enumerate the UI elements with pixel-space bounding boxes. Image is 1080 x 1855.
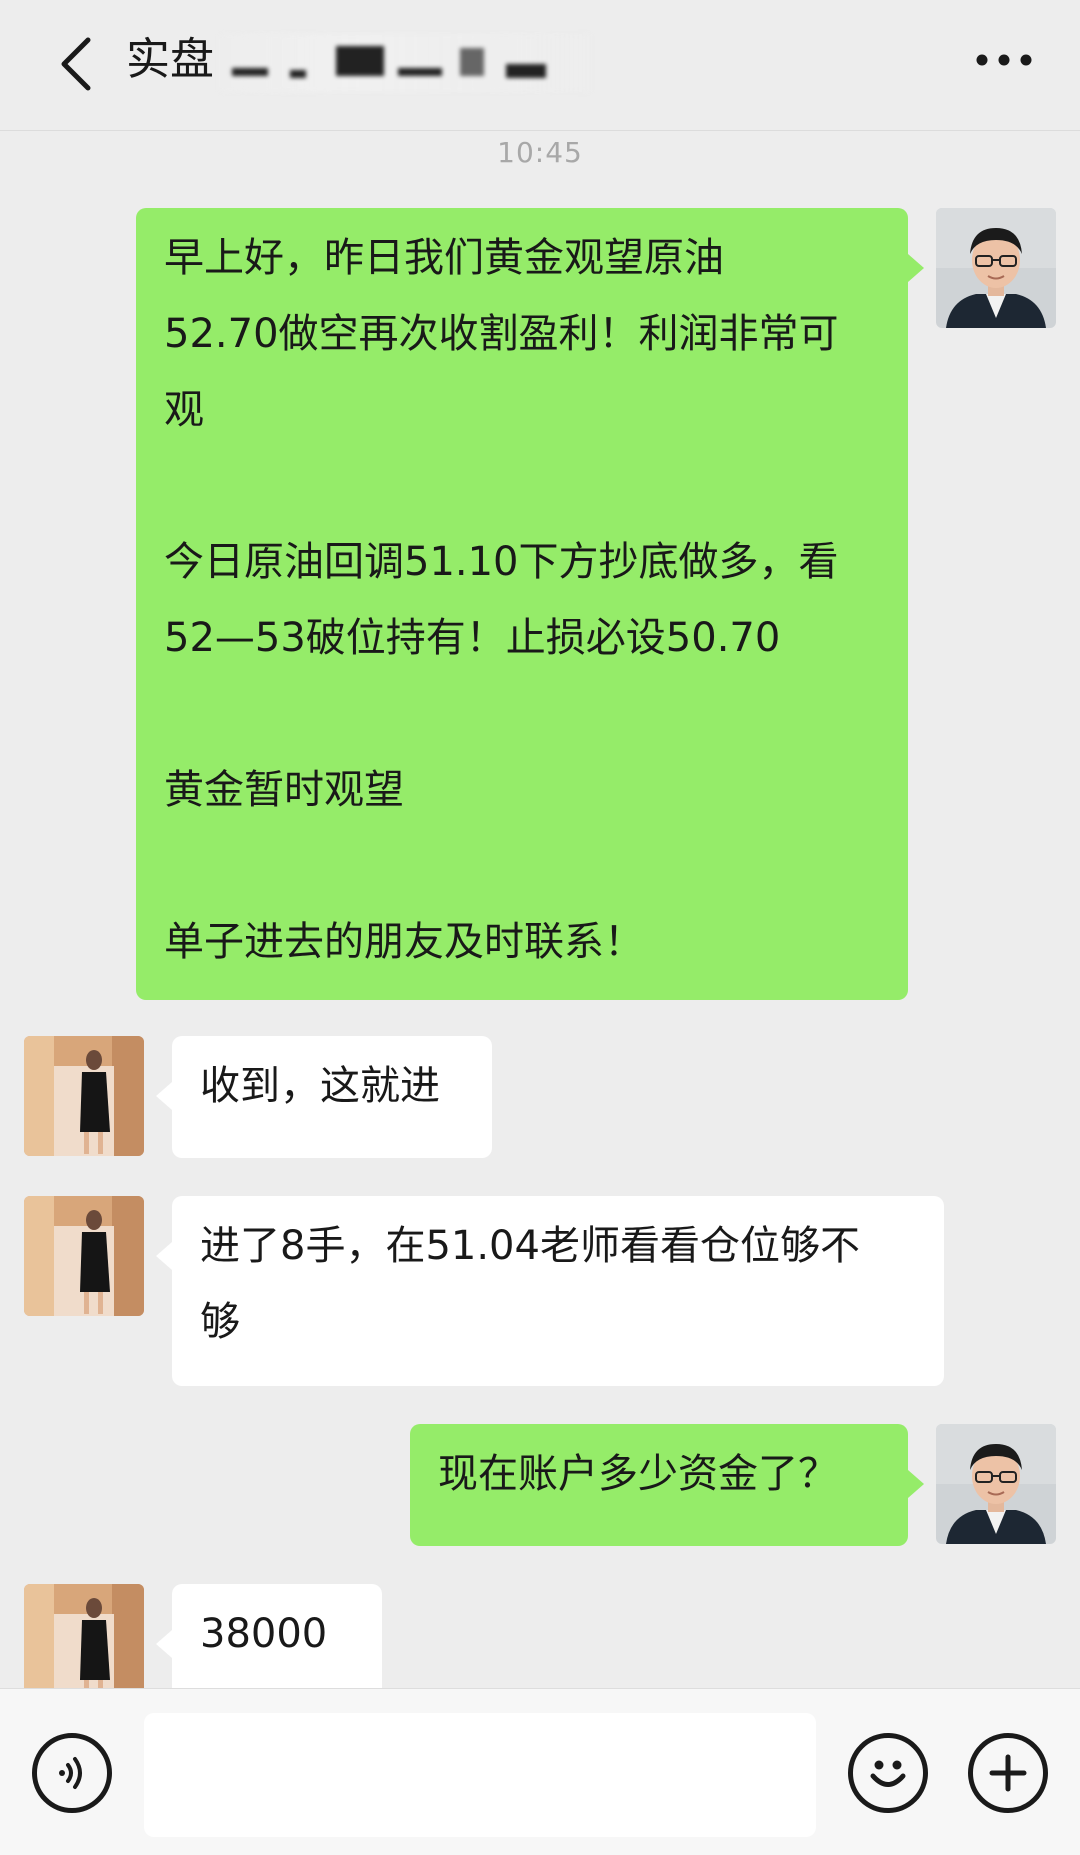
bubble-tail bbox=[156, 1082, 172, 1110]
person-avatar-icon bbox=[24, 1036, 144, 1156]
emoji-icon bbox=[870, 1760, 906, 1787]
person-avatar-icon bbox=[24, 1584, 144, 1704]
bubble-tail bbox=[156, 1630, 172, 1658]
message-bubble[interactable]: 进了8手，在51.04老师看看仓位够不 够 bbox=[172, 1196, 944, 1386]
chevron-left-icon bbox=[61, 37, 91, 91]
more-options-button[interactable] bbox=[964, 30, 1044, 90]
contact-avatar[interactable] bbox=[24, 1196, 144, 1316]
message-timestamp: 10:45 bbox=[497, 136, 583, 169]
input-bar bbox=[0, 1688, 1080, 1855]
person-avatar-icon bbox=[24, 1196, 144, 1316]
message-bubble[interactable]: 收到，这就进 bbox=[172, 1036, 492, 1158]
person-avatar-icon bbox=[936, 1424, 1056, 1544]
voice-icon bbox=[59, 1757, 82, 1789]
bubble-tail bbox=[908, 1470, 924, 1498]
contact-avatar[interactable] bbox=[24, 1584, 144, 1704]
plus-button[interactable] bbox=[968, 1733, 1048, 1813]
contact-avatar[interactable] bbox=[24, 1036, 144, 1156]
message-bubble[interactable]: 现在账户多少资金了？ bbox=[410, 1424, 908, 1546]
plus-icon bbox=[989, 1754, 1027, 1792]
more-dots-icon bbox=[976, 54, 1032, 66]
chat-title: 实盘 bbox=[126, 34, 214, 85]
emoji-button[interactable] bbox=[848, 1733, 928, 1813]
bubble-tail bbox=[908, 254, 924, 282]
person-avatar-icon bbox=[936, 208, 1056, 328]
chat-header: 实盘 bbox=[0, 0, 1080, 131]
my-avatar[interactable] bbox=[936, 1424, 1056, 1544]
message-bubble[interactable]: 早上好，昨日我们黄金观望原油 52.70做空再次收割盈利！利润非常可 观 今日原… bbox=[136, 208, 908, 1000]
my-avatar[interactable] bbox=[936, 208, 1056, 328]
voice-button[interactable] bbox=[32, 1733, 112, 1813]
back-button[interactable] bbox=[36, 24, 116, 104]
redacted-title-overlay bbox=[220, 34, 590, 92]
message-input[interactable] bbox=[144, 1713, 816, 1837]
bubble-tail bbox=[156, 1242, 172, 1270]
